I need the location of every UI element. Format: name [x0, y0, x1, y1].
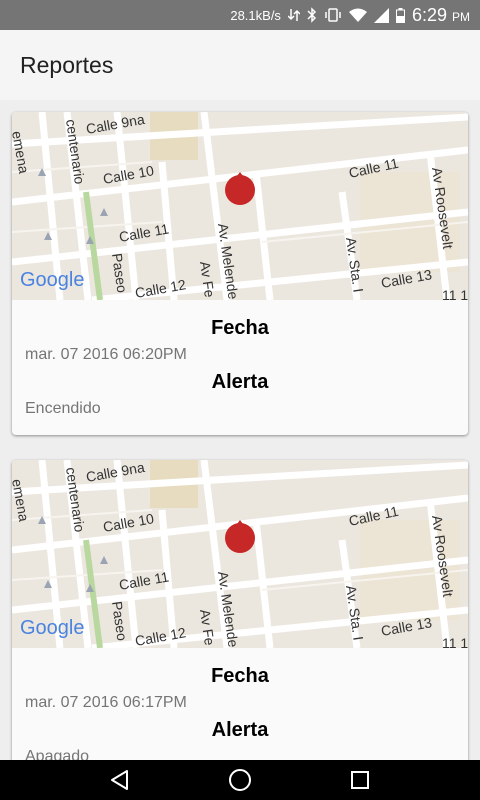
navigation-bar	[0, 760, 480, 800]
back-icon	[111, 770, 128, 790]
clock-time: 6:29	[411, 4, 447, 25]
alerta-label: Alerta	[211, 719, 269, 741]
fecha-label: Fecha	[211, 317, 269, 339]
report-info: Fecha mar. 07 2016 06:17PM Alerta Apagad…	[12, 648, 468, 760]
data-transfer-icon	[287, 8, 300, 22]
back-button[interactable]	[100, 760, 140, 800]
clock-ampm: PM	[452, 9, 470, 24]
reports-list[interactable]: Calle 9na emena centenario Calle 10 Call…	[0, 100, 480, 760]
battery-icon	[395, 7, 405, 23]
home-icon	[229, 769, 251, 791]
google-logo: Google	[20, 617, 85, 639]
report-info: Fecha mar. 07 2016 06:20PM Alerta Encend…	[12, 300, 468, 423]
map-view[interactable]: Calle 9na emena centenario Calle 10 Call…	[12, 460, 468, 648]
status-bar: 28.1kB/s 6:29 PM	[0, 0, 480, 30]
vibrate-icon	[324, 8, 342, 22]
google-logo: Google	[20, 269, 85, 291]
signal-icon	[373, 7, 389, 23]
clock: 6:29 PM	[412, 5, 470, 26]
fecha-value: mar. 07 2016 06:17PM	[25, 694, 187, 711]
network-speed: 28.1kB/s	[230, 7, 281, 23]
bluetooth-icon	[307, 7, 317, 23]
app-bar: Reportes	[0, 30, 480, 100]
map-label: 11 1/	[442, 287, 468, 300]
wifi-icon	[348, 8, 367, 22]
alerta-value: Encendido	[25, 400, 101, 417]
report-card[interactable]: Calle 9na emena centenario Calle 10 Call…	[12, 112, 468, 435]
recents-icon	[351, 771, 369, 789]
report-card[interactable]: Calle 9na emena centenario Calle 10 Call…	[12, 460, 468, 760]
home-button[interactable]	[220, 760, 260, 800]
fecha-label: Fecha	[211, 665, 269, 687]
map-view[interactable]: Calle 9na emena centenario Calle 10 Call…	[12, 112, 468, 300]
page-title: Reportes	[20, 51, 114, 78]
recents-button[interactable]	[340, 760, 380, 800]
map-label: 11 1/	[442, 635, 468, 648]
alerta-label: Alerta	[211, 371, 269, 393]
fecha-value: mar. 07 2016 06:20PM	[25, 346, 187, 363]
alerta-value: Apagado	[25, 748, 90, 760]
